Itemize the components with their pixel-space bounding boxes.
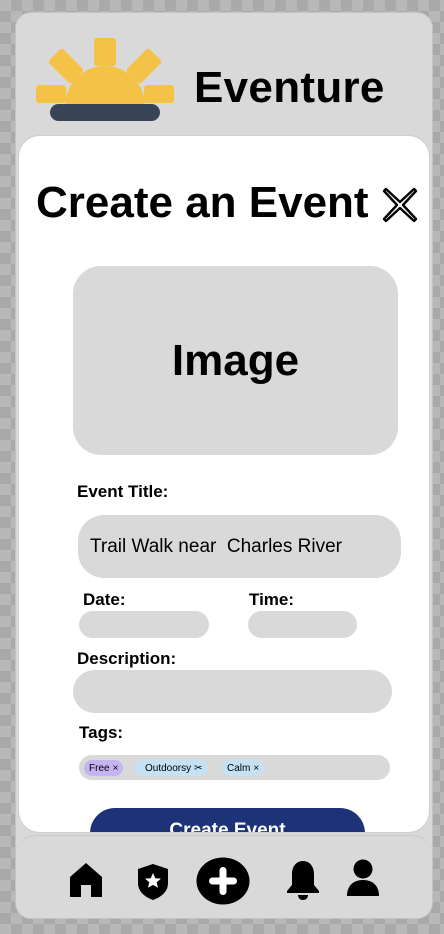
bell-icon[interactable] <box>286 859 320 901</box>
create-event-card: Create an Event Image Event Title: Trail… <box>18 135 430 833</box>
time-input[interactable] <box>248 611 357 638</box>
remove-tag-icon[interactable]: × <box>113 763 119 774</box>
remove-tag-icon[interactable]: ✂ <box>194 763 202 774</box>
tags-input[interactable]: Free × Outdoorsy ✂ Calm × <box>79 755 390 780</box>
tags-label: Tags: <box>79 723 124 742</box>
image-placeholder-label: Image <box>171 335 300 385</box>
sun-logo-icon <box>36 38 174 121</box>
description-label: Description: <box>77 649 177 668</box>
image-upload-area[interactable]: Image <box>73 266 398 455</box>
close-icon[interactable] <box>381 186 419 224</box>
time-label: Time: <box>249 590 295 609</box>
event-title-label: Event Title: <box>77 482 169 501</box>
tag-chip[interactable]: Free × <box>84 760 124 776</box>
app-screen: Eventure Create an Event Image Event Tit… <box>15 12 433 919</box>
create-event-button[interactable]: Create Event <box>90 808 365 832</box>
add-icon[interactable] <box>196 857 250 905</box>
app-title: Eventure <box>194 63 385 112</box>
page-title: Create an Event <box>36 178 369 227</box>
badge-icon[interactable] <box>137 863 169 901</box>
home-icon[interactable] <box>69 862 103 898</box>
bottom-nav <box>16 835 432 918</box>
tag-chip[interactable]: Calm × <box>222 760 265 776</box>
event-title-input[interactable]: Trail Walk near Charles River <box>78 515 401 578</box>
tag-chip[interactable]: Outdoorsy ✂ <box>135 760 208 776</box>
remove-tag-icon[interactable]: × <box>253 763 259 774</box>
tag-label: Outdoorsy <box>145 762 192 774</box>
tag-label: Calm <box>227 762 251 774</box>
tag-label: Free <box>89 762 110 774</box>
description-input[interactable] <box>73 670 392 713</box>
date-label: Date: <box>83 590 126 609</box>
date-input[interactable] <box>79 611 209 638</box>
profile-icon[interactable] <box>345 859 381 897</box>
